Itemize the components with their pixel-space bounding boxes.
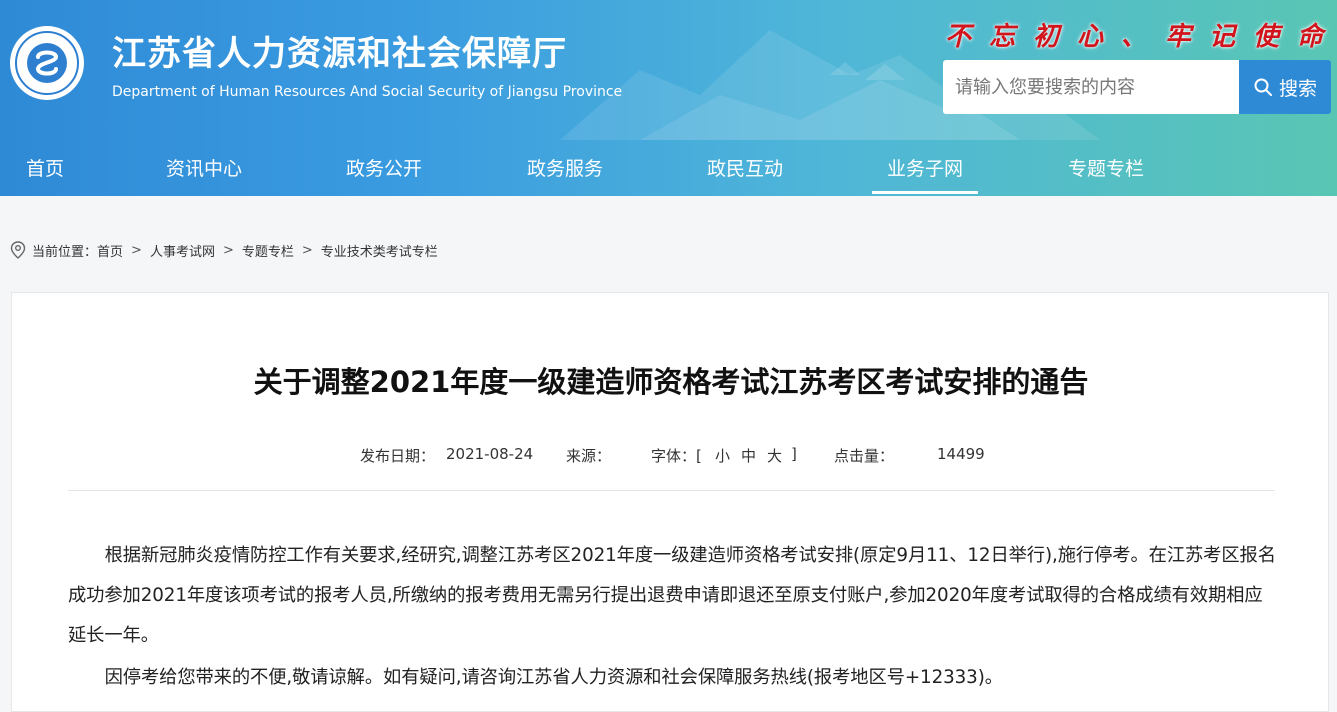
font-size-large[interactable]: 大 <box>767 445 782 466</box>
nav-item-special-topics[interactable]: 专题专栏 <box>1053 138 1159 196</box>
meta-divider <box>68 490 1275 491</box>
breadcrumb-home[interactable]: 首页 <box>97 241 123 260</box>
breadcrumb-professional-exams[interactable]: 专业技术类考试专栏 <box>321 241 438 260</box>
breadcrumb-separator: > <box>131 242 142 258</box>
article-title: 关于调整2021年度一级建造师资格考试江苏考区考试安排的通告 <box>253 365 1089 399</box>
breadcrumb-special-topics[interactable]: 专题专栏 <box>242 241 294 260</box>
hits-label: 点击量： <box>834 447 895 465</box>
nav-item-interaction[interactable]: 政民互动 <box>692 138 798 196</box>
hits-count: 14499 <box>937 445 985 463</box>
nav-item-news[interactable]: 资讯中心 <box>151 138 257 196</box>
search-box: 搜索 <box>943 60 1331 114</box>
font-size-small[interactable]: 小 <box>715 445 730 466</box>
article-paragraph: 因停考给您带来的不便,敬请谅解。如有疑问,请咨询江苏省人力资源和社会保障服务热线… <box>104 667 1003 688</box>
search-button[interactable]: 搜索 <box>1239 60 1331 114</box>
article-body: 根据新冠肺炎疫情防控工作有关要求,经研究,调整江苏考区2021年度一级建造师资格… <box>68 536 1277 698</box>
ministry-logo-icon[interactable] <box>10 26 84 100</box>
breadcrumb-separator: > <box>222 242 234 258</box>
site-header: 江苏省人力资源和社会保障厅 Department of Human Resour… <box>0 0 1337 196</box>
site-title: 江苏省人力资源和社会保障厅 <box>112 34 567 74</box>
article-paragraph: 根据新冠肺炎疫情防控工作有关要求,经研究,调整江苏考区2021年度一级建造师资格… <box>68 545 1276 646</box>
article-panel: 关于调整2021年度一级建造师资格考试江苏考区考试安排的通告 发布日期： 202… <box>11 292 1329 712</box>
publish-date: 2021-08-24 <box>446 445 534 463</box>
search-icon <box>1254 78 1272 96</box>
slogan: 不忘初心、牢记使命 <box>945 22 1337 52</box>
site-subtitle: Department of Human Resources And Social… <box>112 84 623 100</box>
main-nav: 首页 资讯中心 政务公开 政务服务 政民互动 业务子网 专题专栏 <box>0 138 1337 196</box>
nav-item-open-gov[interactable]: 政务公开 <box>331 138 437 196</box>
search-input[interactable] <box>943 60 1239 114</box>
search-button-label: 搜索 <box>1278 77 1317 100</box>
nav-item-business-sites[interactable]: 业务子网 <box>872 138 978 196</box>
article-meta: 发布日期： 2021-08-24 来源： 字体：[ 小 中 大 ] 点击量： 1… <box>12 445 1330 465</box>
nav-item-home[interactable]: 首页 <box>0 138 98 196</box>
nav-item-services[interactable]: 政务服务 <box>512 138 618 196</box>
breadcrumb-separator: > <box>301 242 313 258</box>
location-pin-icon <box>10 241 26 259</box>
breadcrumb: 当前位置： 首页 > 人事考试网 > 专题专栏 > 专业技术类考试专栏 <box>10 240 438 260</box>
breadcrumb-exam-site[interactable]: 人事考试网 <box>150 241 215 260</box>
breadcrumb-prefix: 当前位置： <box>32 244 98 260</box>
font-size-close: ] <box>791 445 797 463</box>
publish-date-label: 发布日期： <box>360 447 436 465</box>
source-label: 来源： <box>566 447 612 465</box>
font-size-label: 字体：[ <box>651 447 702 465</box>
font-size-medium[interactable]: 中 <box>741 445 756 466</box>
